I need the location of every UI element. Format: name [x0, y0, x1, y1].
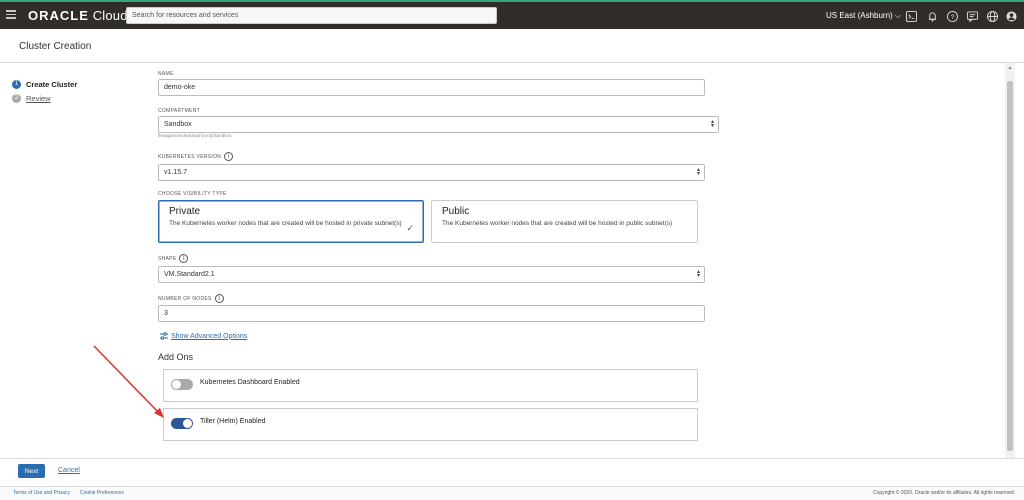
actions-divider [0, 458, 1024, 459]
addon-label: Kubernetes Dashboard Enabled [200, 379, 300, 386]
next-button[interactable]: Next [18, 464, 45, 478]
info-icon[interactable]: i [224, 152, 234, 161]
notification-bell-icon[interactable] [927, 11, 938, 22]
toggle-knob [183, 419, 192, 428]
info-icon[interactable]: i [179, 254, 189, 263]
step-label[interactable]: Review [26, 94, 51, 103]
sliders-icon [160, 332, 168, 340]
step-number: 1 [12, 79, 21, 89]
copyright-text: Copyright © 2020, Oracle and/or its affi… [873, 490, 1015, 496]
scrollbar-thumb[interactable] [1007, 81, 1013, 451]
visibility-private-title: Private [169, 206, 201, 217]
toggle-knob [172, 380, 181, 389]
visibility-label: CHOOSE VISIBILITY TYPE [158, 191, 227, 197]
shape-label-row: SHAPE i [158, 254, 189, 263]
visibility-public-desc: The Kubernetes worker nodes that are cre… [442, 220, 673, 227]
addon-kubernetes-dashboard: Kubernetes Dashboard Enabled [163, 369, 698, 402]
visibility-public-title: Public [442, 206, 470, 217]
nodes-label: NUMBER OF NODES [158, 295, 212, 302]
step-create-cluster: 1 Create Cluster [12, 77, 77, 91]
compartment-path-hint: flexagonoracledcloud (root)/Sandbox [158, 133, 232, 138]
select-arrows-icon: ▴ ▾ [696, 167, 700, 177]
svg-text:?: ? [951, 14, 955, 21]
top-navigation-bar: ORACLE Cloud Search for resources and se… [0, 0, 1024, 29]
compartment-value: Sandbox [164, 121, 192, 128]
vertical-scrollbar[interactable]: ▲ [1005, 63, 1015, 458]
k8s-version-label-row: KUBERNETES VERSION i [158, 152, 234, 161]
visibility-private-card[interactable]: Private The Kubernetes worker nodes that… [158, 200, 424, 243]
compartment-label: COMPARTMENT [158, 108, 201, 114]
annotation-arrow-icon [93, 345, 164, 418]
show-advanced-options-link[interactable]: Show Advanced Options [160, 332, 247, 340]
k8s-version-value: v1.15.7 [164, 169, 187, 176]
k8s-version-select[interactable]: v1.15.7 ▴ ▾ [158, 164, 705, 181]
page-title: Cluster Creation [19, 41, 92, 52]
select-arrows-icon: ▴ ▾ [696, 269, 700, 279]
page-footer: Terms of Use and Privacy Cookie Preferen… [0, 486, 1024, 500]
info-icon[interactable]: i [214, 294, 224, 303]
chat-icon[interactable] [967, 11, 978, 22]
hamburger-menu-icon[interactable] [6, 10, 16, 19]
k8s-version-label: KUBERNETES VERSION [158, 153, 222, 160]
shape-label: SHAPE [158, 255, 177, 262]
nodes-input[interactable]: 3 [158, 305, 705, 322]
select-arrows-icon: ▴ ▾ [710, 119, 714, 129]
language-globe-icon[interactable] [987, 11, 998, 22]
step-review[interactable]: 2 Review [12, 91, 77, 105]
cloud-shell-icon[interactable] [906, 11, 917, 22]
advanced-options-label[interactable]: Show Advanced Options [171, 333, 247, 340]
wizard-steps: 1 Create Cluster 2 Review [12, 77, 77, 105]
shape-select[interactable]: VM.Standard2.1 ▴ ▾ [158, 266, 705, 283]
cancel-link[interactable]: Cancel [58, 467, 80, 474]
terms-link[interactable]: Terms of Use and Privacy [13, 490, 70, 496]
shape-value: VM.Standard2.1 [164, 271, 215, 278]
step-label: Create Cluster [26, 79, 78, 89]
region-selector[interactable]: US East (Ashburn) ⌵ [826, 11, 901, 21]
addon-tiller-helm: Tiller (Helm) Enabled [163, 408, 698, 441]
brand-logo[interactable]: ORACLE Cloud [28, 8, 128, 23]
addon-label: Tiller (Helm) Enabled [200, 418, 266, 425]
visibility-private-desc: The Kubernetes worker nodes that are cre… [169, 220, 402, 227]
step-number: 2 [12, 93, 21, 103]
visibility-public-card[interactable]: Public The Kubernetes worker nodes that … [431, 200, 698, 243]
name-label: NAME [158, 71, 174, 77]
user-profile-icon[interactable] [1006, 11, 1017, 22]
nodes-label-row: NUMBER OF NODES i [158, 294, 224, 303]
scroll-up-arrow-icon[interactable]: ▲ [1005, 63, 1015, 73]
name-input[interactable]: demo-oke [158, 79, 705, 96]
help-icon[interactable]: ? [947, 11, 958, 22]
header-divider [0, 62, 1024, 63]
cookie-preferences-link[interactable]: Cookie Preferences [80, 490, 124, 496]
search-input[interactable]: Search for resources and services [126, 7, 497, 24]
dashboard-toggle[interactable] [171, 379, 193, 390]
compartment-select[interactable]: Sandbox ▴ ▾ [158, 116, 719, 133]
checkmark-icon: ✓ [406, 223, 414, 233]
tiller-toggle[interactable] [171, 418, 193, 429]
